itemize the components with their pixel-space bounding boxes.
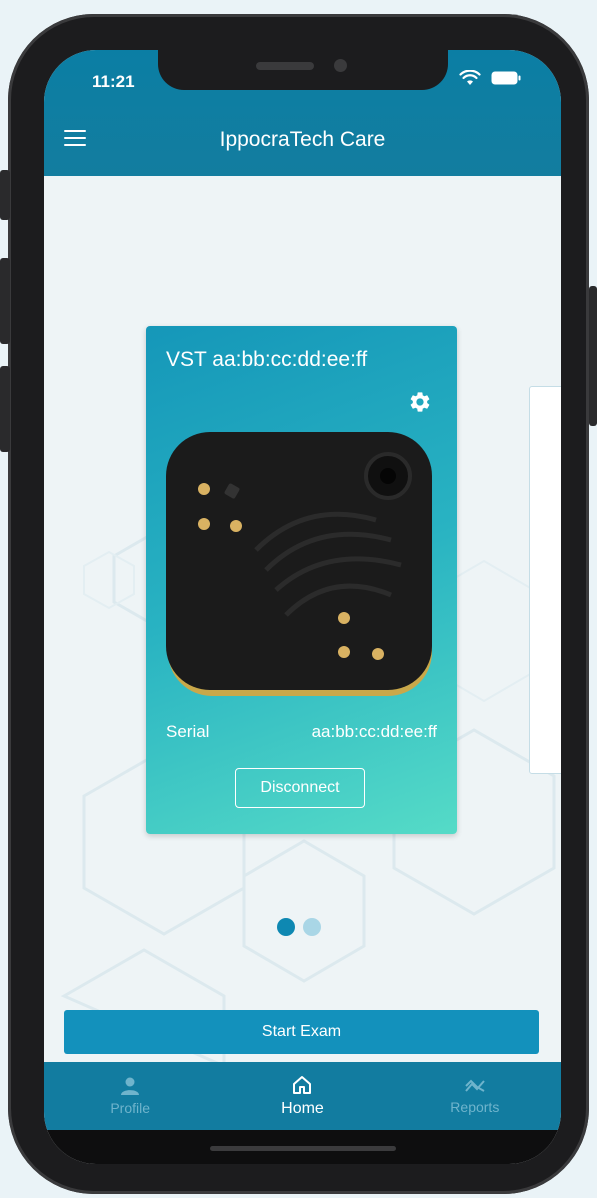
serial-label: Serial <box>166 722 210 741</box>
side-button-mute <box>0 170 10 220</box>
device-card[interactable]: VST aa:bb:cc:dd:ee:ff Serial aa:bb:cc:dd… <box>146 326 457 834</box>
trend-icon <box>465 1079 485 1092</box>
gear-icon[interactable] <box>408 390 432 414</box>
pager-dot-2[interactable] <box>303 918 321 936</box>
person-icon <box>121 1077 140 1095</box>
disconnect-button[interactable]: Disconnect <box>235 768 365 808</box>
home-indicator[interactable] <box>210 1146 396 1151</box>
side-button-volume-down <box>0 366 10 452</box>
side-button-power <box>589 286 597 426</box>
next-device-card[interactable] <box>529 386 561 774</box>
phone-screen: 11:21 IppocraTech Care VST aa:bb:cc:dd:e… <box>44 50 561 1164</box>
nav-item-home[interactable]: Home <box>216 1062 388 1130</box>
app-header: 11:21 IppocraTech Care <box>44 50 561 176</box>
nav-label-home: Home <box>281 1100 324 1117</box>
serial-value: aa:bb:cc:dd:ee:ff <box>311 722 437 741</box>
carousel-pager <box>277 918 321 936</box>
nav-item-profile[interactable]: Profile <box>44 1062 216 1130</box>
nav-item-reports[interactable]: Reports <box>389 1062 561 1130</box>
status-time: 11:21 <box>92 72 135 91</box>
sensor-device-image <box>166 432 432 696</box>
phone-notch <box>158 50 448 90</box>
home-icon <box>293 1076 312 1094</box>
nav-label-profile: Profile <box>110 1100 150 1116</box>
battery-icon <box>491 71 521 85</box>
start-exam-button[interactable]: Start Exam <box>64 1010 539 1054</box>
device-title: VST aa:bb:cc:dd:ee:ff <box>166 348 368 371</box>
status-icons <box>459 70 521 86</box>
wifi-icon <box>459 70 481 85</box>
side-button-volume-up <box>0 258 10 344</box>
page-title: IppocraTech Care <box>219 128 386 151</box>
bottom-navigation: Profile Home Reports <box>44 1062 561 1130</box>
nav-label-reports: Reports <box>450 1099 500 1115</box>
pager-dot-1[interactable] <box>277 918 295 936</box>
